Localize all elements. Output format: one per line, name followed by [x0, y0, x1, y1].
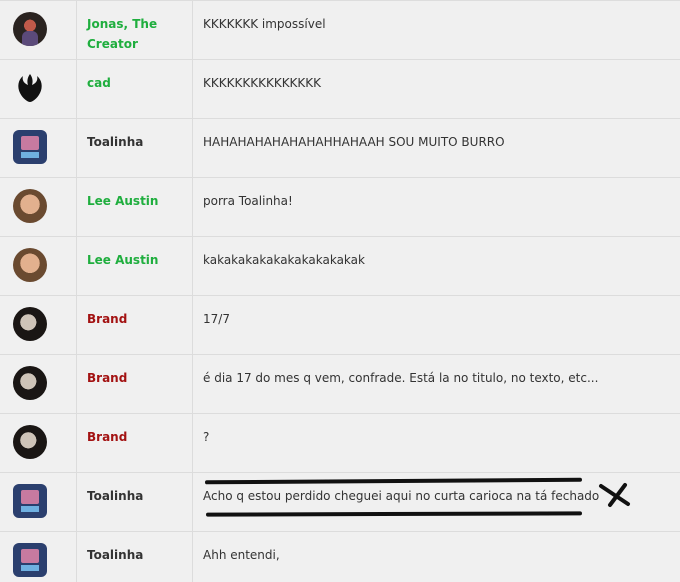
lee-austin-avatar[interactable]	[13, 189, 47, 223]
message-text: 17/7	[203, 312, 230, 326]
username-link[interactable]: Brand	[77, 296, 193, 354]
message-text: HAHAHAHAHAHAHAHHAHAAH SOU MUITO BURRO	[203, 135, 505, 149]
chat-message-row: Lee Austin porra Toalinha!	[0, 178, 680, 237]
brand-avatar[interactable]	[13, 366, 47, 400]
chat-message-row: Brand é dia 17 do mes q vem, confrade. E…	[0, 355, 680, 414]
username-link[interactable]: Toalinha	[77, 119, 193, 177]
message-text: ?	[203, 430, 210, 444]
username-link[interactable]: Lee Austin	[77, 237, 193, 295]
message-text: porra Toalinha!	[203, 194, 293, 208]
message-text: KKKKKKK impossível	[203, 17, 326, 31]
toalinha-avatar[interactable]	[13, 543, 47, 577]
username-link[interactable]: Jonas, The Creator	[77, 1, 193, 59]
lee-austin-avatar[interactable]	[13, 248, 47, 282]
toalinha-avatar[interactable]	[13, 130, 47, 164]
username-link[interactable]: Brand	[77, 355, 193, 413]
message-text: é dia 17 do mes q vem, confrade. Está la…	[203, 371, 599, 385]
chat-message-row: Toalinha HAHAHAHAHAHAHAHHAHAAH SOU MUITO…	[0, 119, 680, 178]
chat-message-row: Jonas, The Creator KKKKKKK impossível	[0, 1, 680, 60]
chat-message-row: Lee Austin kakakakakakakakakakakak	[0, 237, 680, 296]
x-mark-icon	[599, 483, 630, 507]
message-text: kakakakakakakakakakakak	[203, 253, 365, 267]
chat-message-row: cad KKKKKKKKKKKKKKK	[0, 60, 680, 119]
username-link[interactable]: Lee Austin	[77, 178, 193, 236]
toalinha-avatar[interactable]	[13, 484, 47, 518]
chat-log: Jonas, The Creator KKKKKKK impossível ca…	[0, 0, 680, 582]
chat-message-row: Toalinha Ahh entendi,	[0, 532, 680, 582]
username-link[interactable]: Brand	[77, 414, 193, 472]
chat-message-row: Brand ?	[0, 414, 680, 473]
jonas-avatar[interactable]	[13, 12, 47, 46]
username-link[interactable]: cad	[77, 60, 193, 118]
brand-avatar[interactable]	[13, 425, 47, 459]
brand-avatar[interactable]	[13, 307, 47, 341]
rebel-alliance-icon[interactable]	[13, 71, 47, 105]
username-link[interactable]: Toalinha	[77, 473, 193, 531]
username-link[interactable]: Toalinha	[77, 532, 193, 582]
message-text: KKKKKKKKKKKKKKK	[203, 76, 322, 90]
chat-message-row: Brand 17/7	[0, 296, 680, 355]
message-text: Ahh entendi,	[203, 548, 280, 562]
